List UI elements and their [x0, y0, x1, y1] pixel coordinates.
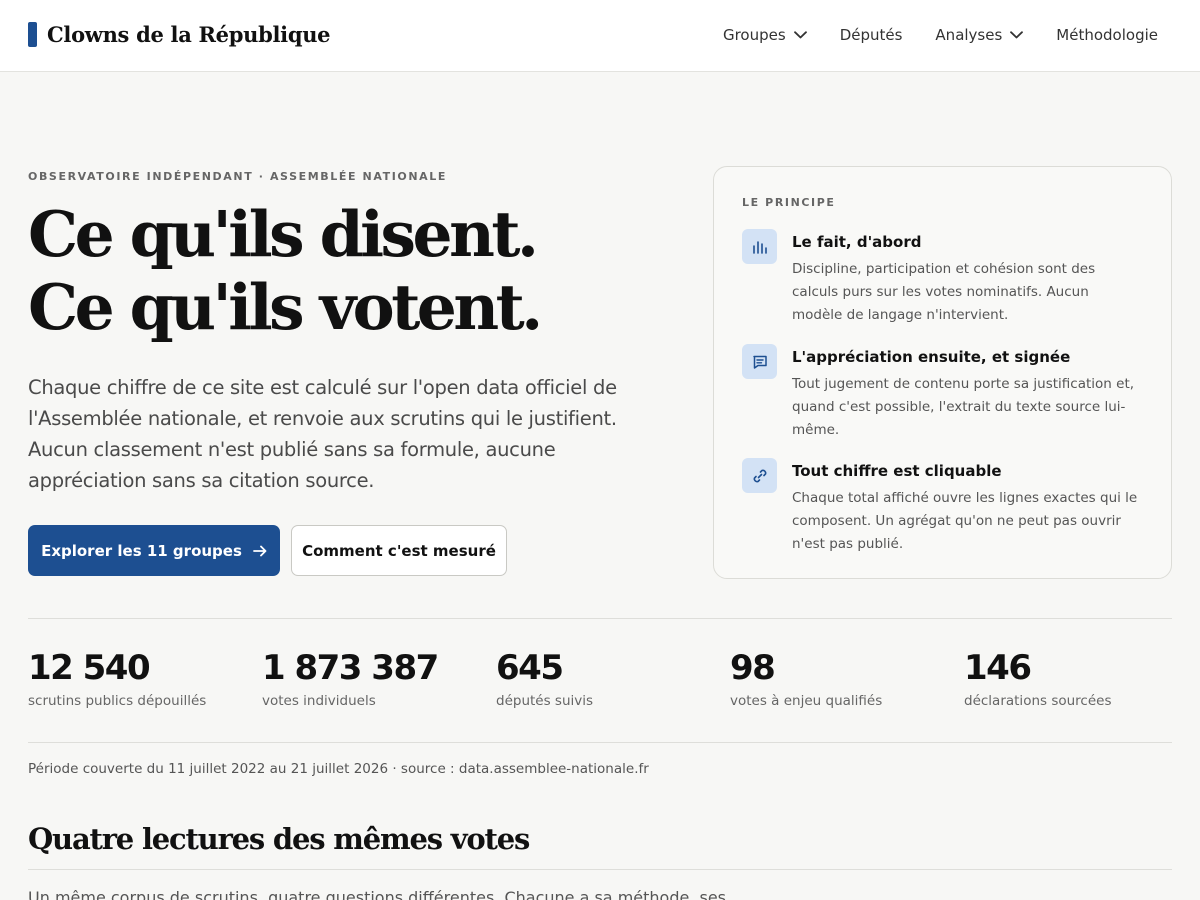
stat-value: 146 [964, 648, 1032, 688]
arrow-right-icon [253, 545, 267, 556]
stat-value: 645 [496, 648, 564, 688]
hero-headline: Ce qu'ils disent. Ce qu'ils votent. [28, 197, 543, 344]
hero-lead: Chaque chiffre de ce site est calculé su… [28, 376, 617, 492]
section-intro: Un même corpus de scrutins, quatre quest… [28, 888, 727, 900]
stat-label: scrutins publics dépouillés [28, 693, 207, 709]
nav-item-deputes[interactable]: Députés [840, 26, 903, 44]
principle-text: Tout jugement de contenu porte sa justif… [792, 376, 1135, 438]
stat-scrutins[interactable]: 12 540 scrutins publics dépouillés [28, 648, 258, 709]
chevron-down-icon [1010, 31, 1024, 39]
explore-groups-button[interactable]: Explorer les 11 groupes [28, 525, 280, 576]
stat-label: députés suivis [496, 693, 594, 709]
brand-mark [28, 22, 37, 47]
chevron-down-icon [793, 31, 807, 39]
link-icon [742, 458, 777, 493]
nav-label: Analyses [935, 26, 1003, 44]
nav-label: Députés [839, 26, 903, 44]
stat-label: déclarations sourcées [964, 693, 1112, 709]
stat-label: votes individuels [262, 693, 376, 709]
principle-title: Tout chiffre est cliquable [792, 462, 1002, 480]
headline-line-1: Ce qu'ils disent. [28, 197, 539, 271]
methodology-button-label: Comment c'est mesuré [302, 541, 496, 560]
hero-eyebrow: OBSERVATOIRE INDÉPENDANT · ASSEMBLÉE NAT… [28, 170, 447, 183]
nav-item-groupes[interactable]: Groupes [723, 26, 807, 44]
principle-card: LE PRINCIPE Le fait, d'abord Discipline,… [713, 166, 1172, 579]
stat-deputes[interactable]: 645 députés suivis [496, 648, 726, 709]
principle-title: L'appréciation ensuite, et signée [792, 348, 1071, 366]
stat-enjeu[interactable]: 98 votes à enjeu qualifiés [730, 648, 960, 709]
brand-logo[interactable]: Clowns de la République [28, 22, 331, 47]
headline-line-2: Ce qu'ils votent. [28, 270, 543, 344]
main-nav: Groupes Députés Analyses Méthodologie [690, 26, 1158, 44]
brand-name: Clowns de la République [47, 22, 331, 47]
divider [28, 742, 1172, 743]
bar-chart-icon [742, 229, 777, 264]
nav-item-analyses[interactable]: Analyses [935, 26, 1024, 44]
methodology-button[interactable]: Comment c'est mesuré [291, 525, 507, 576]
message-icon [742, 344, 777, 379]
principle-text: Chaque total affiché ouvre les lignes ex… [792, 490, 1138, 552]
principle-title: Le fait, d'abord [792, 233, 922, 251]
site-header: Clowns de la République Groupes Députés … [0, 0, 1200, 72]
principle-card-title: LE PRINCIPE [742, 196, 836, 209]
stat-value: 1 873 387 [262, 648, 439, 688]
explore-groups-label: Explorer les 11 groupes [41, 541, 242, 560]
section-title: Quatre lectures des mêmes votes [28, 822, 530, 856]
stat-votes[interactable]: 1 873 387 votes individuels [262, 648, 492, 709]
coverage-period: Période couverte du 11 juillet 2022 au 2… [28, 761, 649, 777]
principle-text: Discipline, participation et cohésion so… [792, 261, 1096, 323]
stat-value: 12 540 [28, 648, 151, 688]
stat-declarations[interactable]: 146 déclarations sourcées [964, 648, 1194, 709]
nav-label: Méthodologie [1056, 26, 1158, 44]
stat-label: votes à enjeu qualifiés [730, 693, 883, 709]
divider [28, 869, 1172, 870]
divider [28, 618, 1172, 619]
stat-value: 98 [730, 648, 776, 688]
nav-item-methodologie[interactable]: Méthodologie [1056, 26, 1158, 44]
nav-label: Groupes [722, 26, 786, 44]
